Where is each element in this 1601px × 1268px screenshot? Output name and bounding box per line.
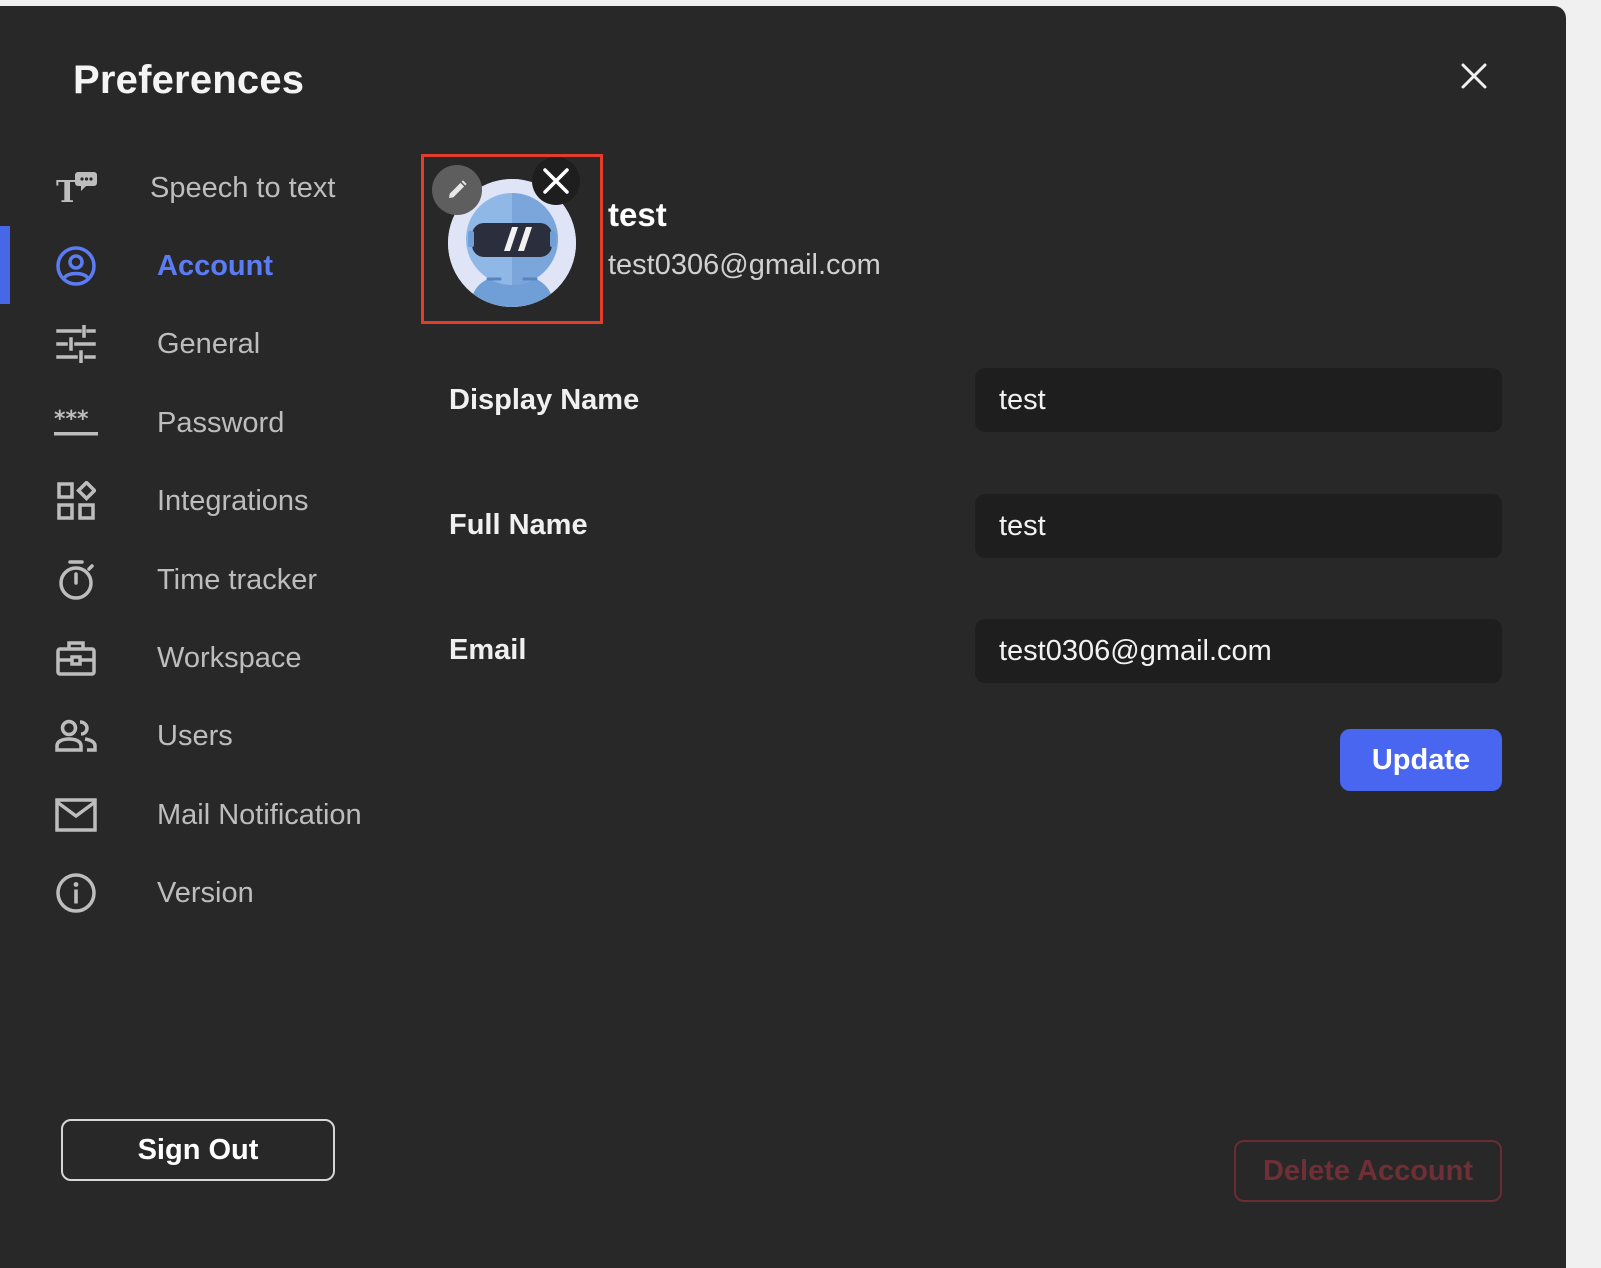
sidebar-active-indicator — [0, 226, 10, 304]
sidebar-item-speech-to-text[interactable]: T Speech to text — [40, 158, 400, 218]
sidebar-item-label: Speech to text — [150, 172, 336, 204]
users-icon — [54, 714, 98, 758]
sidebar-item-integrations[interactable]: Integrations — [40, 471, 400, 531]
full-name-label: Full Name — [449, 509, 588, 541]
password-asterisks-icon: *** — [54, 401, 98, 445]
briefcase-icon — [54, 636, 98, 680]
avatar-edit-button[interactable] — [432, 165, 482, 215]
email-label: Email — [449, 634, 527, 666]
sidebar-item-account[interactable]: Account — [40, 236, 400, 296]
sidebar-item-label: Users — [157, 720, 233, 752]
sidebar-item-label: General — [157, 328, 261, 360]
sidebar-item-general[interactable]: General — [40, 314, 400, 374]
info-icon — [54, 871, 98, 915]
sidebar-item-users[interactable]: Users — [40, 706, 400, 766]
envelope-icon — [54, 793, 98, 837]
stopwatch-icon — [54, 558, 98, 602]
sidebar-item-label: Integrations — [157, 485, 309, 517]
close-icon — [1461, 63, 1487, 89]
sign-out-button[interactable]: Sign Out — [61, 1119, 335, 1181]
avatar-container — [421, 154, 603, 324]
sidebar-item-label: Workspace — [157, 642, 302, 674]
integrations-grid-icon — [54, 479, 98, 523]
sidebar-item-label: Mail Notification — [157, 799, 362, 831]
full-name-input[interactable] — [975, 494, 1502, 558]
sidebar-item-workspace[interactable]: Workspace — [40, 628, 400, 688]
pencil-icon — [449, 180, 467, 198]
update-button[interactable]: Update — [1340, 729, 1502, 791]
sliders-icon — [54, 322, 98, 366]
close-icon — [543, 168, 569, 194]
display-name-label: Display Name — [449, 384, 640, 416]
preferences-modal: Preferences T Speech to text Account Gen… — [0, 6, 1566, 1268]
sidebar-item-label: Version — [157, 877, 254, 909]
delete-account-button[interactable]: Delete Account — [1234, 1140, 1502, 1202]
sidebar-item-label: Password — [157, 407, 285, 439]
sidebar-item-label: Time tracker — [157, 564, 318, 596]
svg-text:***: *** — [54, 408, 89, 432]
account-circle-icon — [54, 244, 98, 288]
sidebar-item-label: Account — [157, 250, 273, 282]
close-button[interactable] — [1454, 56, 1494, 96]
profile-name: test — [608, 196, 667, 233]
avatar-remove-button[interactable] — [532, 157, 580, 205]
profile-email: test0306@gmail.com — [608, 249, 881, 281]
page-title: Preferences — [73, 58, 305, 102]
sidebar-item-password[interactable]: *** Password — [40, 393, 400, 453]
sidebar-item-mail-notification[interactable]: Mail Notification — [40, 785, 400, 845]
speech-to-text-icon: T — [54, 166, 98, 210]
email-input[interactable] — [975, 619, 1502, 683]
sidebar-item-time-tracker[interactable]: Time tracker — [40, 550, 400, 610]
sidebar-item-version[interactable]: Version — [40, 863, 400, 923]
display-name-input[interactable] — [975, 368, 1502, 432]
